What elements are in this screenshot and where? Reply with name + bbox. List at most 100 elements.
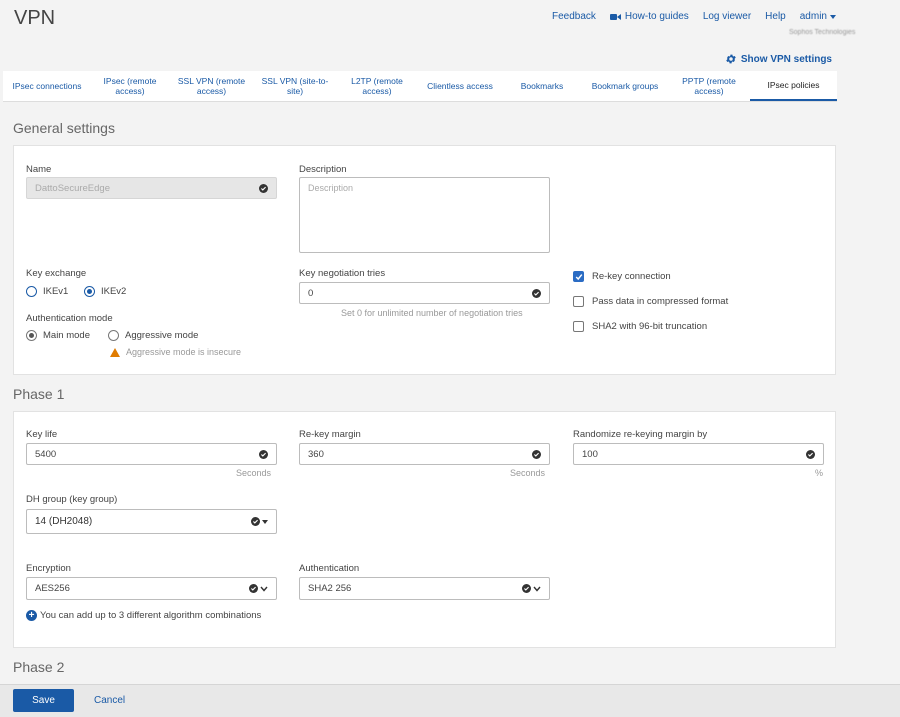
main-mode-label: Main mode [43,330,90,341]
tab-ipsec-remote-access[interactable]: IPsec (remote access) [91,71,169,101]
top-links: Feedback How-to guides Log viewer Help a… [552,11,836,22]
ikev2-label: IKEv2 [101,286,127,297]
aggressive-mode-label: Aggressive mode [125,330,199,341]
radio-button[interactable] [26,286,37,297]
chevron-down-icon [830,14,836,19]
authentication-value: SHA2 256 [308,583,352,594]
randomize-value: 100 [582,448,598,460]
radio-ikev1[interactable]: IKEv1 [26,286,68,297]
authentication-select[interactable]: SHA2 256 [299,577,550,600]
auth-mode-label: Authentication mode [26,313,113,324]
radio-main-mode[interactable]: Main mode [26,330,90,341]
checkbox[interactable] [573,321,584,332]
key-negotiation-field[interactable]: 0 [299,282,550,304]
save-button[interactable]: Save [13,689,74,712]
gear-icon [726,54,736,64]
section-title-phase1: Phase 1 [13,386,65,402]
radio-button-selected[interactable] [26,330,37,341]
log-viewer-link[interactable]: Log viewer [703,11,751,22]
key-life-unit: Seconds [236,468,272,478]
description-textarea[interactable]: Description [299,177,550,253]
add-algorithm-info-text: You can add up to 3 different algorithm … [40,610,262,621]
check-circle-icon [522,584,531,593]
check-circle-icon [251,517,260,526]
tab-ssl-vpn-site-to-site[interactable]: SSL VPN (site-to-site) [254,71,336,101]
name-field: DattoSecureEdge [26,177,277,199]
warning-icon [110,347,120,357]
help-link[interactable]: Help [765,11,786,22]
key-life-label: Key life [26,429,58,440]
tab-bar: IPsec connections IPsec (remote access) … [3,71,837,102]
radio-button-selected[interactable] [84,286,95,297]
show-vpn-settings-label: Show VPN settings [740,53,832,65]
name-label: Name [26,164,52,175]
cancel-button[interactable]: Cancel [94,695,125,706]
dh-group-label: DH group (key group) [26,494,118,505]
tab-ipsec-policies[interactable]: IPsec policies [750,71,837,101]
rekey-label: Re-key connection [592,271,671,282]
check-circle-icon [259,183,268,193]
checkbox[interactable] [573,296,584,307]
chevron-down-icon [262,519,268,524]
key-life-value: 5400 [35,448,57,460]
aggressive-warning: Aggressive mode is insecure [110,347,241,357]
check-circle-icon [259,449,268,459]
footer-bar [0,684,900,717]
ikev1-label: IKEv1 [43,286,69,297]
show-vpn-settings-link[interactable]: Show VPN settings [725,53,832,65]
tab-ipsec-connections[interactable]: IPsec connections [3,71,91,101]
dh-group-value: 14 (DH2048) [35,516,93,527]
randomize-unit: % [815,468,824,478]
add-algorithm-combination[interactable]: + You can add up to 3 different algorith… [26,610,261,621]
compress-label: Pass data in compressed format [592,296,729,307]
check-circle-icon [532,288,541,298]
compress-data-checkbox[interactable]: Pass data in compressed format [573,296,728,307]
encryption-value: AES256 [35,583,70,594]
radio-aggressive-mode[interactable]: Aggressive mode [108,330,198,341]
howto-guides-label: How-to guides [624,11,689,22]
video-camera-icon [609,13,621,20]
section-title-phase2: Phase 2 [13,659,65,675]
tab-bookmark-groups[interactable]: Bookmark groups [582,71,668,101]
feedback-link[interactable]: Feedback [552,11,596,22]
rekey-margin-label: Re-key margin [299,429,361,440]
tab-pptp-remote-access[interactable]: PPTP (remote access) [668,71,750,101]
tab-ssl-vpn-remote-access[interactable]: SSL VPN (remote access) [169,71,254,101]
key-negotiation-label: Key negotiation tries [299,268,386,279]
check-circle-icon [532,449,541,459]
randomize-field[interactable]: 100 [573,443,824,465]
rekey-margin-unit: Seconds [510,468,546,478]
key-negotiation-hint: Set 0 for unlimited number of negotiatio… [341,308,523,318]
radio-ikev2[interactable]: IKEv2 [84,286,126,297]
section-title-general: General settings [13,120,115,136]
sha2-truncation-checkbox[interactable]: SHA2 with 96-bit truncation [573,321,707,332]
check-circle-icon [249,584,258,593]
rekey-margin-field[interactable]: 360 [299,443,550,465]
key-life-field[interactable]: 5400 [26,443,277,465]
encryption-select[interactable]: AES256 [26,577,277,600]
key-exchange-label: Key exchange [26,268,87,279]
randomize-label: Randomize re-keying margin by [573,429,708,440]
rekey-margin-value: 360 [308,448,324,460]
checkbox-checked[interactable] [573,271,584,282]
dh-group-select[interactable]: 14 (DH2048) [26,509,277,534]
tab-l2tp-remote-access[interactable]: L2TP (remote access) [336,71,418,101]
organization-name: Sophos Technologies [789,29,856,36]
name-value: DattoSecureEdge [35,182,110,194]
check-circle-icon [806,449,815,459]
plus-circle-icon[interactable]: + [26,610,37,621]
key-negotiation-value: 0 [308,287,314,299]
howto-guides-link[interactable]: How-to guides [609,11,689,22]
chevron-down-icon [260,586,268,592]
rekey-connection-checkbox[interactable]: Re-key connection [573,271,671,282]
tab-bookmarks[interactable]: Bookmarks [502,71,582,101]
authentication-label: Authentication [299,563,360,574]
page-title: VPN [14,7,56,29]
chevron-down-icon [533,586,541,592]
radio-button[interactable] [108,330,119,341]
admin-label: admin [799,11,827,22]
admin-menu[interactable]: admin [800,11,836,22]
aggressive-warning-text: Aggressive mode is insecure [126,347,242,357]
encryption-label: Encryption [26,563,71,574]
tab-clientless-access[interactable]: Clientless access [418,71,502,101]
